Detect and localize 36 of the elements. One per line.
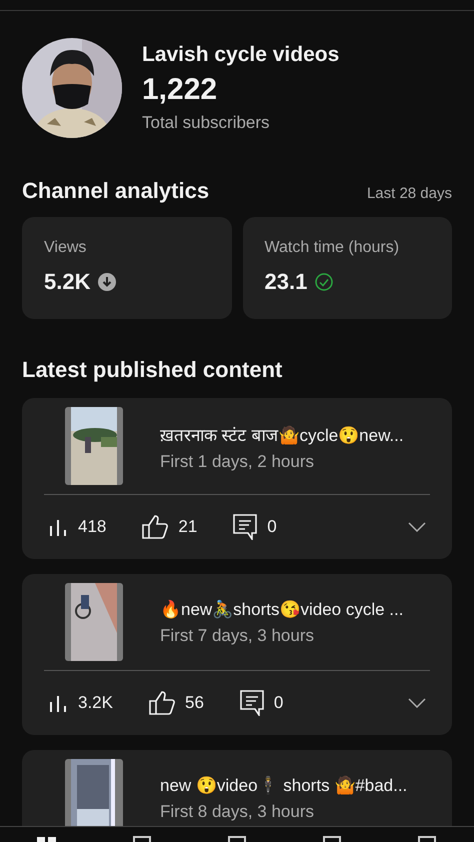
view-count: 3.2K xyxy=(78,693,113,713)
channel-name: Lavish cycle videos xyxy=(142,43,340,67)
thumbs-up-icon xyxy=(142,515,168,539)
section-title: Channel analytics xyxy=(22,178,210,204)
section-title: Latest published content xyxy=(22,357,284,383)
stat-card[interactable]: Views 5.2K xyxy=(22,217,232,319)
stat-value: 23.1 xyxy=(264,269,308,295)
like-count: 56 xyxy=(184,693,204,713)
view-count: 418 xyxy=(78,517,106,537)
comment-count: 0 xyxy=(267,517,277,537)
arrow-down-icon xyxy=(98,273,116,291)
content-card[interactable]: ख़तरनाक स्टंट बाज🤷cycle😲new... First 1 days, 2 hours 418 21 0 xyxy=(22,398,452,559)
stat-label: Watch time (hours) xyxy=(264,239,400,257)
chevron-down-icon[interactable] xyxy=(408,522,426,532)
video-title: new 😲video🕴 shorts 🤷#bad... xyxy=(160,775,408,796)
subscriber-label: Total subscribers xyxy=(142,113,271,133)
stat-card[interactable]: Watch time (hours) 23.1 xyxy=(242,217,452,319)
stat-value: 5.2K xyxy=(44,269,90,295)
video-age: First 8 days, 3 hours xyxy=(160,802,316,822)
bar-chart-icon xyxy=(48,518,68,536)
comment-icon xyxy=(233,514,258,540)
video-title: ख़तरनाक स्टंट बाज🤷cycle😲new... xyxy=(160,424,404,446)
subscriber-count: 1,222 xyxy=(142,73,218,107)
comment-count: 0 xyxy=(274,693,284,713)
thumbs-up-icon xyxy=(148,691,175,715)
check-icon xyxy=(315,273,334,291)
comment-icon xyxy=(240,690,264,716)
bar-chart-icon xyxy=(48,694,68,712)
chevron-down-icon[interactable] xyxy=(408,698,426,708)
video-title: 🔥new🚴shorts😘video cycle ... xyxy=(160,599,404,620)
video-age: First 7 days, 3 hours xyxy=(160,626,316,646)
content-card[interactable]: new 😲video🕴 shorts 🤷#bad... First 8 days, 3 hours xyxy=(22,750,452,826)
stat-label: Views xyxy=(44,239,88,257)
like-count: 21 xyxy=(178,517,198,537)
video-age: First 1 days, 2 hours xyxy=(160,452,316,472)
period-label: Last 28 days xyxy=(366,185,452,202)
